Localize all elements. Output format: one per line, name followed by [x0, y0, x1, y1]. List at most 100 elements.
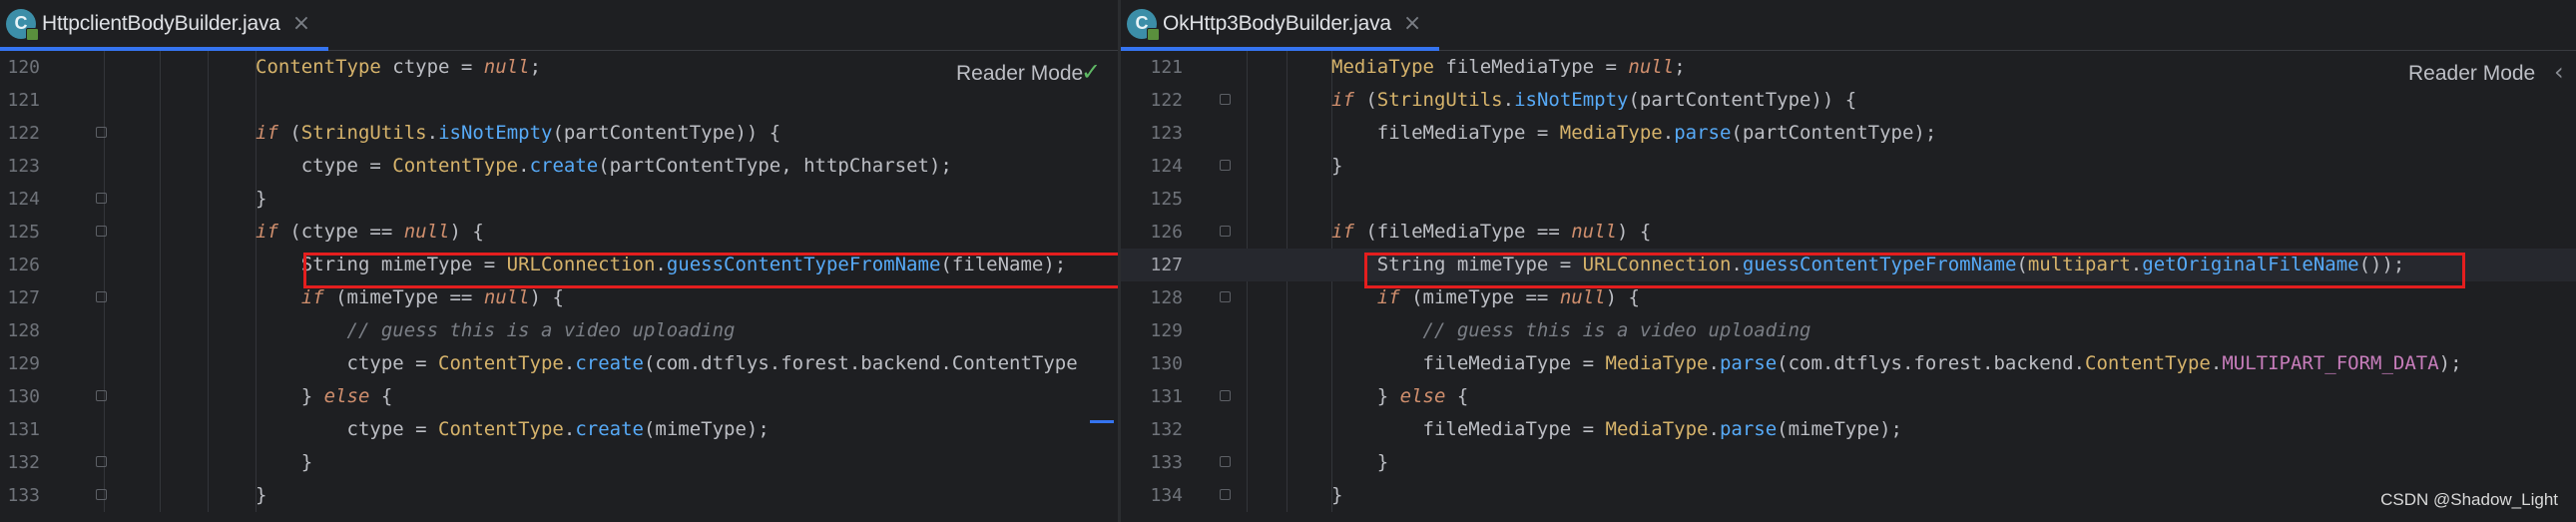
code-token: ctype =: [256, 352, 439, 374]
code-token: }: [1331, 484, 1343, 506]
code-token: .: [563, 418, 576, 440]
code-token: MediaType: [1605, 352, 1709, 374]
check-icon[interactable]: ✓: [1081, 58, 1101, 86]
line-number: 133: [7, 485, 40, 506]
code-line[interactable]: 123 fileMediaType = MediaType.parse(part…: [1121, 117, 2576, 150]
code-token: ctype =: [256, 155, 393, 177]
code-token: isNotEmpty: [1514, 89, 1629, 111]
code-line[interactable]: 130 } else {: [0, 380, 1118, 413]
code-line[interactable]: 134}: [1121, 479, 2576, 512]
code-line[interactable]: 123 ctype = ContentType.create(partConte…: [0, 150, 1118, 183]
code-token: (mimeType ==: [323, 286, 484, 308]
code-token: create: [575, 352, 644, 374]
code-text: if (fileMediaType == null) {: [1331, 216, 1651, 249]
fold-marker-icon[interactable]: [96, 291, 107, 302]
code-token: null: [403, 221, 450, 243]
code-line[interactable]: 131 ctype = ContentType.create(mimeType)…: [0, 413, 1118, 446]
code-text: if (StringUtils.isNotEmpty(partContentTy…: [1331, 84, 1856, 117]
code-token: .: [1502, 89, 1515, 111]
code-token: StringUtils: [300, 122, 427, 144]
code-line[interactable]: 133 }: [1121, 446, 2576, 479]
code-text: ctype = ContentType.create(com.dtflys.fo…: [256, 347, 1078, 380]
fold-marker-icon[interactable]: [1220, 489, 1231, 500]
code-token: (partContentType);: [1731, 122, 1937, 144]
code-line[interactable]: 131 } else {: [1121, 380, 2576, 413]
code-token: ctype =: [380, 56, 484, 78]
fold-marker-icon[interactable]: [96, 127, 107, 138]
code-token: ) {: [1617, 221, 1652, 243]
code-token: .: [563, 352, 576, 374]
line-number: 128: [1150, 287, 1183, 308]
highlight-box: [303, 253, 1118, 288]
code-token: // guess this is a video uploading: [1422, 319, 1811, 341]
fold-marker-icon[interactable]: [1220, 291, 1231, 302]
code-token: ContentType: [438, 352, 564, 374]
code-token: ) {: [449, 221, 484, 243]
code-text: ctype = ContentType.create(partContentTy…: [256, 150, 952, 183]
fold-marker-icon[interactable]: [96, 390, 107, 401]
code-line[interactable]: 125: [1121, 183, 2576, 216]
editor-pane-left[interactable]: C HttpclientBodyBuilder.java × 120 Conten…: [0, 0, 1118, 522]
fold-marker-icon[interactable]: [1220, 160, 1231, 171]
code-token: }: [1331, 155, 1343, 177]
code-line[interactable]: 128 // guess this is a video uploading: [0, 314, 1118, 347]
tab-okhttp3-body-builder[interactable]: C OkHttp3BodyBuilder.java ×: [1121, 0, 1440, 51]
close-icon[interactable]: ×: [292, 11, 310, 36]
code-token: parse: [1674, 122, 1732, 144]
code-line[interactable]: 120 ContentType ctype = null;: [0, 51, 1118, 84]
code-token: (fileMediaType ==: [1353, 221, 1572, 243]
fold-marker-icon[interactable]: [96, 456, 107, 467]
code-token: else: [323, 385, 370, 407]
code-token: create: [529, 155, 599, 177]
code-token: fileMediaType =: [1331, 122, 1560, 144]
code-line[interactable]: 125 if (ctype == null) {: [0, 216, 1118, 249]
line-number: 122: [1150, 90, 1183, 111]
code-token: .: [1662, 122, 1675, 144]
code-line[interactable]: 132 fileMediaType = MediaType.parse(mime…: [1121, 413, 2576, 446]
code-token: ) {: [529, 286, 564, 308]
code-text: fileMediaType = MediaType.parse(com.dtfl…: [1331, 347, 2462, 380]
code-token: MULTIPART_FORM_DATA: [2222, 352, 2439, 374]
code-line[interactable]: 122 if (StringUtils.isNotEmpty(partConten…: [1121, 84, 2576, 117]
code-text: } else {: [1331, 380, 1469, 413]
code-text: }: [1331, 150, 1342, 183]
fold-marker-icon[interactable]: [96, 193, 107, 204]
close-icon[interactable]: ×: [1403, 11, 1421, 36]
fold-marker-icon[interactable]: [1220, 226, 1231, 237]
code-token: null: [1571, 221, 1617, 243]
code-line[interactable]: 133}: [0, 479, 1118, 512]
code-line[interactable]: 130 fileMediaType = MediaType.parse(com.…: [1121, 347, 2576, 380]
fold-marker-icon[interactable]: [96, 226, 107, 237]
editor-pane-right[interactable]: C OkHttp3BodyBuilder.java × 121 MediaType…: [1121, 0, 2576, 522]
code-line[interactable]: 121 MediaType fileMediaType = null;: [1121, 51, 2576, 84]
code-token: ;: [1674, 56, 1686, 78]
fold-marker-icon[interactable]: [96, 489, 107, 500]
line-number: 130: [1150, 353, 1183, 374]
code-token: StringUtils: [1376, 89, 1503, 111]
code-line[interactable]: 121: [0, 84, 1118, 117]
fold-marker-icon[interactable]: [1220, 456, 1231, 467]
fold-marker-icon[interactable]: [1220, 390, 1231, 401]
tab-httpclient-body-builder[interactable]: C HttpclientBodyBuilder.java ×: [0, 0, 329, 51]
code-line[interactable]: 122 if (StringUtils.isNotEmpty(partConten…: [0, 117, 1118, 150]
line-number: 127: [1150, 255, 1183, 275]
reader-mode-icon[interactable]: ‹: [2554, 58, 2564, 86]
fold-marker-icon[interactable]: [1220, 94, 1231, 105]
editor-tab-bar: C HttpclientBodyBuilder.java ×: [0, 0, 1118, 51]
code-token: if: [300, 286, 324, 308]
reader-mode-button[interactable]: Reader Mode: [2408, 62, 2535, 86]
code-line[interactable]: 124}: [0, 183, 1118, 216]
code-line[interactable]: 129 ctype = ContentType.create(com.dtfly…: [0, 347, 1118, 380]
line-number: 131: [1150, 386, 1183, 407]
code-line[interactable]: 124}: [1121, 150, 2576, 183]
code-text: }: [1331, 479, 1342, 512]
code-line[interactable]: 126 if (fileMediaType == null) {: [1121, 216, 2576, 249]
code-line[interactable]: 129 // guess this is a video uploading: [1121, 314, 2576, 347]
line-number: 126: [1150, 222, 1183, 243]
line-number: 132: [1150, 419, 1183, 440]
code-line[interactable]: 132 }: [0, 446, 1118, 479]
reader-mode-button[interactable]: Reader Mode: [956, 62, 1083, 86]
